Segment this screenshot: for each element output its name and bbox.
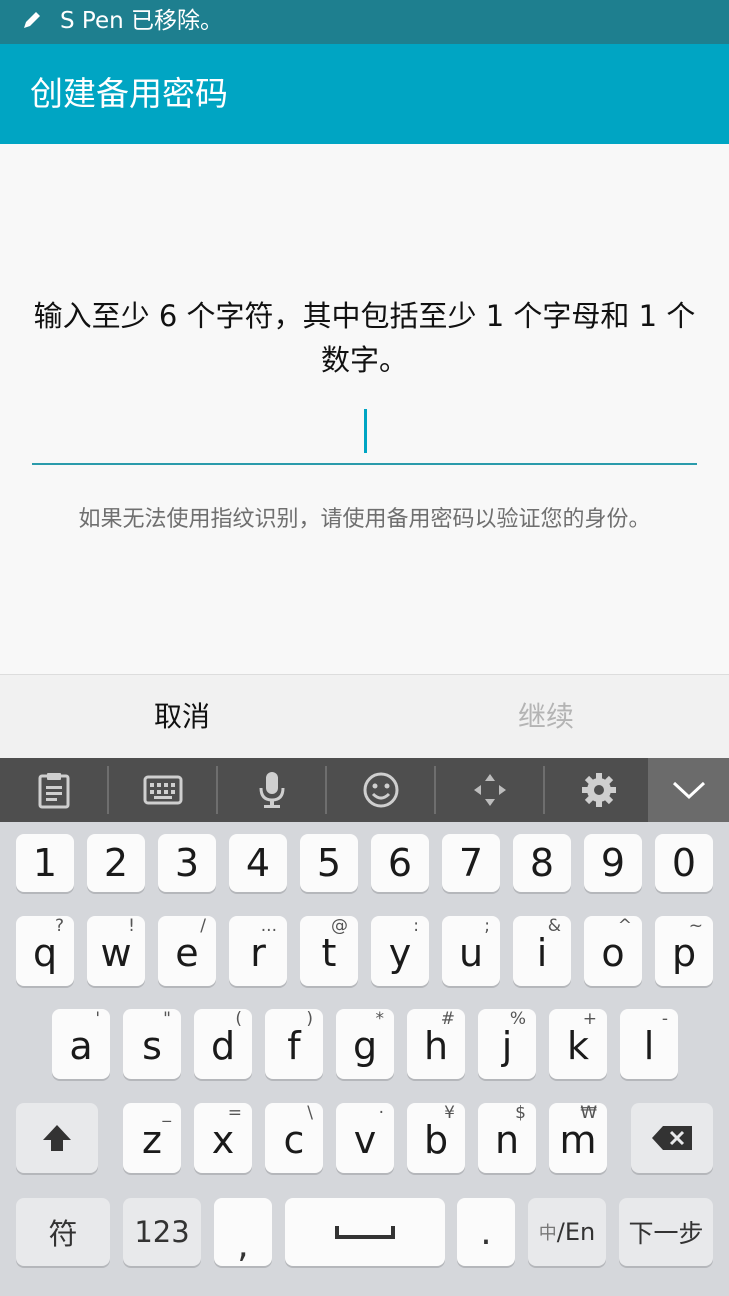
key-o[interactable]: ^ o — [584, 916, 642, 986]
key-z[interactable]: _ z — [123, 1103, 181, 1173]
period-key[interactable]: . — [457, 1198, 515, 1266]
content-area: 输入至少 6 个字符，其中包括至少 1 个字母和 1 个数字。 如果无法使用指纹… — [0, 144, 729, 674]
key-w[interactable]: ! w — [87, 916, 145, 986]
hint-text: 如果无法使用指纹识别，请使用备用密码以验证您的身份。 — [78, 507, 651, 532]
language-switch-key[interactable]: 中/En — [528, 1198, 606, 1266]
backspace-icon — [652, 1126, 692, 1150]
chevron-down-icon[interactable] — [648, 758, 729, 822]
key-g[interactable]: * g — [336, 1009, 394, 1079]
key-8[interactable]: 8 — [513, 834, 571, 892]
continue-button[interactable]: 继续 — [364, 675, 728, 759]
shift-arrow-icon — [43, 1125, 71, 1151]
backspace-key[interactable] — [631, 1103, 713, 1173]
keyboard: 1 2 3 4 5 6 7 8 9 0 ? q ! w / e ... r @ t :y … — [0, 822, 729, 1296]
key-h[interactable]: # h — [407, 1009, 465, 1079]
password-input[interactable] — [32, 399, 697, 465]
pen-icon — [24, 12, 40, 28]
key-k[interactable]: + k — [549, 1009, 607, 1079]
instruction-text: 输入至少 6 个字符，其中包括至少 1 个字母和 1 个数字。 — [33, 299, 696, 377]
keyboard-icon[interactable] — [109, 758, 217, 822]
key-6[interactable]: 6 — [371, 834, 429, 892]
microphone-icon[interactable] — [218, 758, 326, 822]
key-b[interactable]: ¥ b — [407, 1103, 465, 1173]
emoji-icon[interactable] — [327, 758, 435, 822]
key-t[interactable]: @ t — [300, 916, 358, 986]
page-title: 创建备用密码 — [30, 74, 228, 113]
key-f[interactable]: ) f — [265, 1009, 323, 1079]
status-text: S Pen 已移除。 — [60, 8, 223, 34]
key-d[interactable]: (d — [194, 1009, 252, 1079]
key-u[interactable]: ; u — [442, 916, 500, 986]
key-4[interactable]: 4 — [229, 834, 287, 892]
key-j[interactable]: % j — [478, 1009, 536, 1079]
move-icon[interactable] — [436, 758, 544, 822]
settings-icon[interactable] — [545, 758, 653, 822]
clipboard-icon[interactable] — [0, 758, 108, 822]
key-3[interactable]: 3 — [158, 834, 216, 892]
key-2[interactable]: 2 — [87, 834, 145, 892]
shift-key[interactable] — [16, 1103, 98, 1173]
symbols-key[interactable]: 符 — [16, 1198, 110, 1266]
next-key[interactable]: 下一步 — [619, 1198, 713, 1266]
app-bar: 创建备用密码 — [0, 44, 729, 144]
text-caret — [364, 409, 367, 453]
key-i[interactable]: & i — [513, 916, 571, 986]
key-x[interactable]: = x — [194, 1103, 252, 1173]
space-bar-icon — [335, 1226, 395, 1239]
key-7[interactable]: 7 — [442, 834, 500, 892]
key-0[interactable]: 0 — [655, 834, 713, 892]
key-a[interactable]: ' a — [52, 1009, 110, 1079]
key-9[interactable]: 9 — [584, 834, 642, 892]
status-bar: S Pen 已移除。 — [0, 0, 729, 44]
key-s[interactable]: " s — [123, 1009, 181, 1079]
key-e[interactable]: / e — [158, 916, 216, 986]
numbers-key[interactable]: 123 — [123, 1198, 201, 1266]
key-m[interactable]: ₩ m — [549, 1103, 607, 1173]
key-q[interactable]: ? q — [16, 916, 74, 986]
key-y[interactable]: :y — [371, 916, 429, 986]
key-c[interactable]: \ c — [265, 1103, 323, 1173]
key-n[interactable]: $ n — [478, 1103, 536, 1173]
cancel-button[interactable]: 取消 — [0, 675, 364, 759]
comma-key[interactable]: , — [214, 1198, 272, 1266]
keyboard-toolbar — [0, 758, 729, 822]
space-key[interactable] — [285, 1198, 445, 1266]
key-l[interactable]: -l — [620, 1009, 678, 1079]
key-5[interactable]: 5 — [300, 834, 358, 892]
key-r[interactable]: ... r — [229, 916, 287, 986]
key-p[interactable]: ~ p — [655, 916, 713, 986]
key-1[interactable]: 1 — [16, 834, 74, 892]
button-bar: 取消 继续 — [0, 674, 729, 759]
key-v[interactable]: · v — [336, 1103, 394, 1173]
